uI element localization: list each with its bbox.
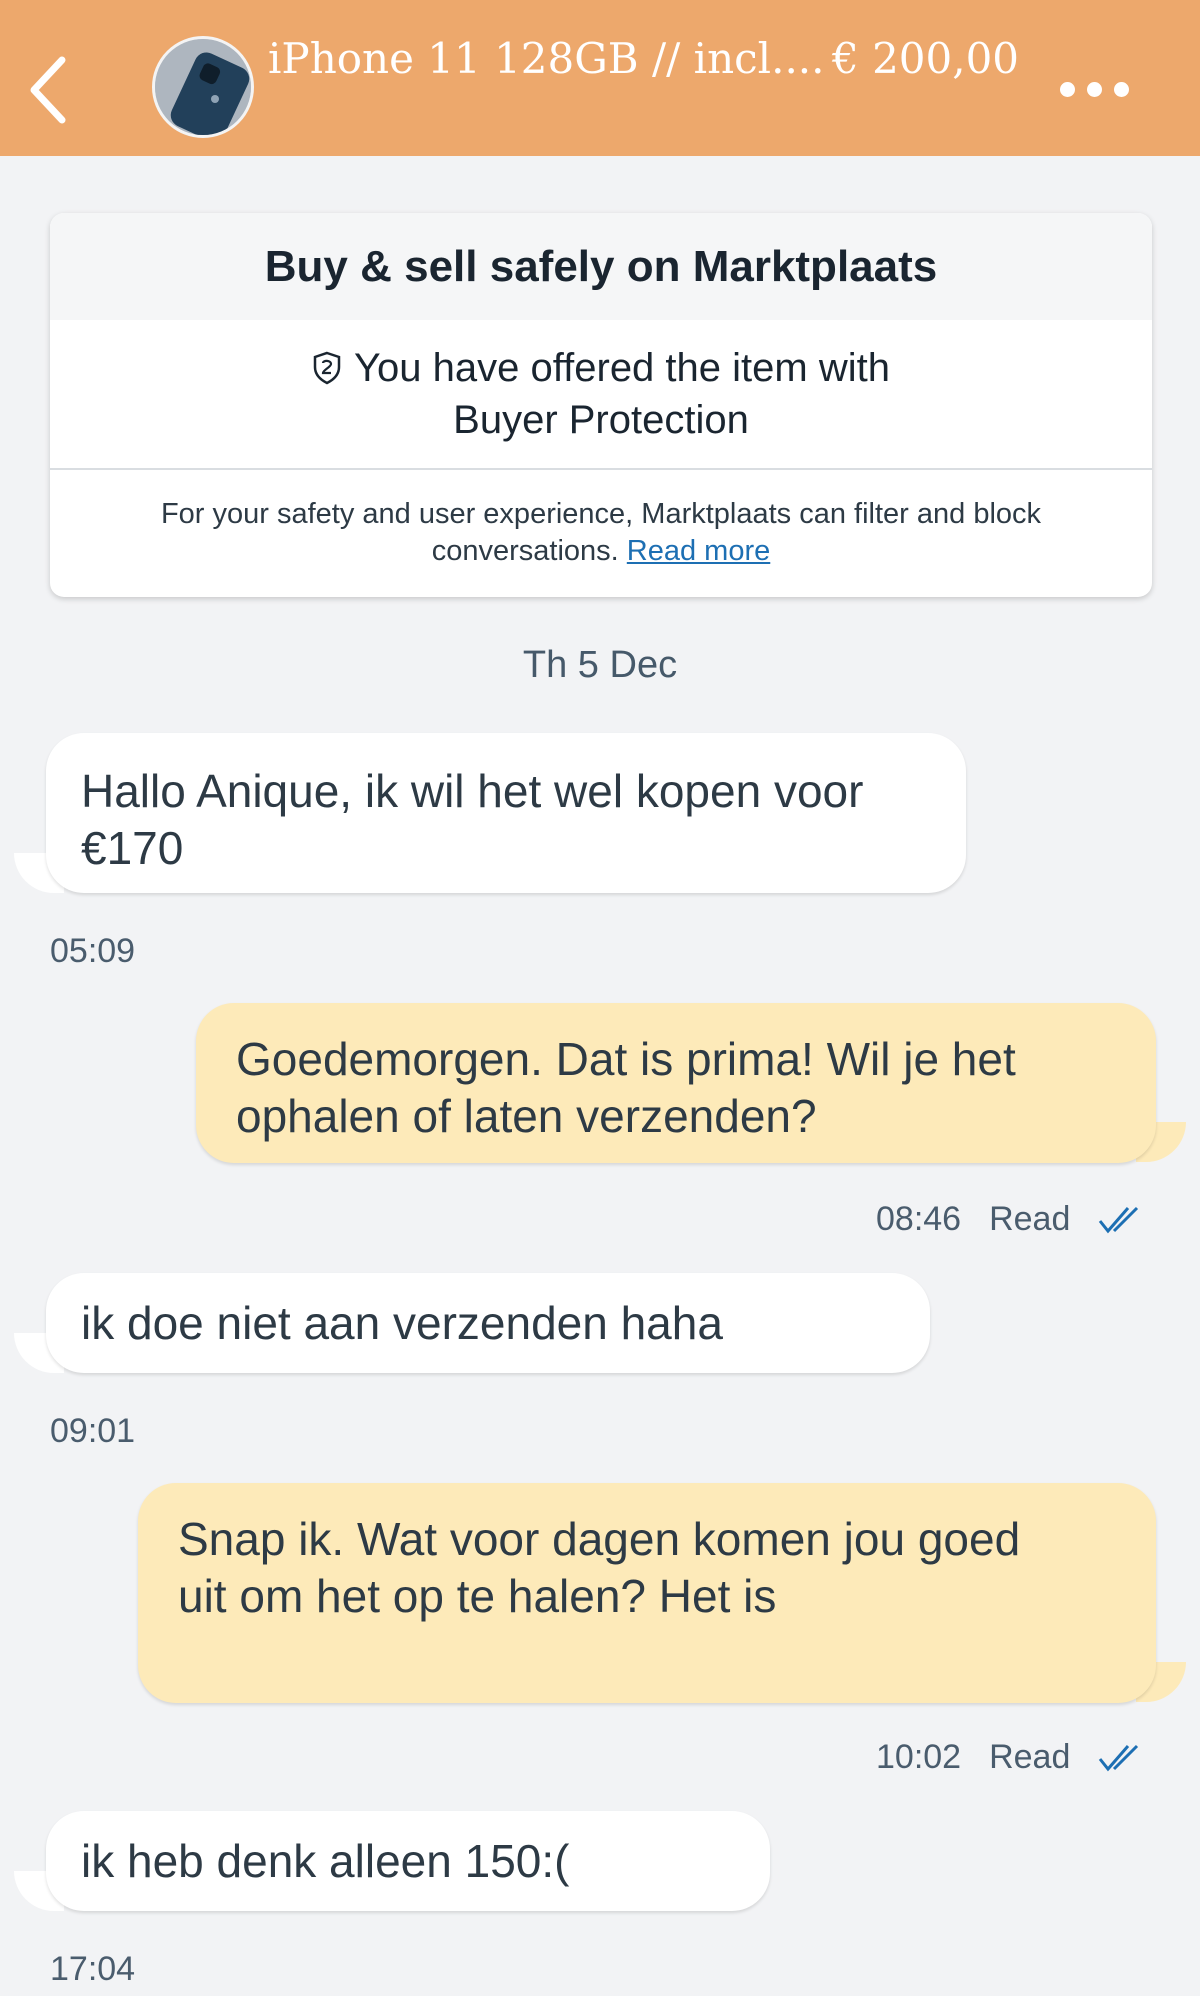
double-check-icon (1099, 1744, 1139, 1771)
filter-notice-line-2: conversations. (431, 535, 619, 567)
dot-icon (1060, 81, 1075, 97)
message-text-line: €170 (81, 822, 184, 874)
message-time: 17:04 (50, 1950, 136, 1988)
phone-image-icon (155, 39, 251, 135)
back-button[interactable] (20, 48, 80, 128)
listing-thumbnail[interactable] (152, 36, 254, 138)
buyer-protection-notice: You have offered the item with Buyer Pro… (50, 320, 1152, 470)
message-text-line: uit om het op te halen? Het is (178, 1570, 777, 1622)
safety-card-heading: Buy & sell safely on Marktplaats (50, 213, 1152, 320)
message-bubble-incoming[interactable]: ik heb denk alleen 150:( (46, 1811, 770, 1911)
double-check-icon (1099, 1206, 1139, 1233)
shield-icon (313, 351, 341, 385)
message-text-line: Snap ik. Wat voor dagen komen jou goed (178, 1513, 1021, 1565)
message-bubble-incoming[interactable]: Hallo Anique, ik wil het wel kopen voor … (46, 733, 966, 893)
filter-notice-line-1: For your safety and user experience, Mar… (160, 498, 1042, 530)
safety-info-card: Buy & sell safely on Marktplaats You hav… (50, 213, 1152, 597)
message-time: 10:02 (876, 1738, 962, 1776)
message-text-line: ik heb denk alleen 150:( (81, 1835, 570, 1887)
message-text-line: Goedemorgen. Dat is prima! Wil je het (236, 1033, 1016, 1085)
read-status: Read (989, 1738, 1071, 1776)
date-separator: Th 5 Dec (522, 644, 678, 686)
chevron-left-icon (30, 56, 66, 124)
message-text-line: Hallo Anique, ik wil het wel kopen voor (81, 765, 864, 817)
listing-title[interactable]: iPhone 11 128GB // incl.... (268, 34, 828, 83)
message-bubble-outgoing[interactable]: Goedemorgen. Dat is prima! Wil je het op… (196, 1003, 1156, 1163)
message-text-line: ophalen of laten verzenden? (236, 1090, 817, 1142)
listing-price: € 200,00 (832, 34, 1020, 83)
filter-notice: For your safety and user experience, Mar… (50, 470, 1152, 570)
message-text-line: ik doe niet aan verzenden haha (81, 1297, 723, 1349)
message-time: 05:09 (50, 932, 136, 970)
message-time: 08:46 (876, 1200, 962, 1238)
more-options-button[interactable] (1060, 74, 1150, 104)
protection-line-1: You have offered the item with (354, 346, 890, 390)
protection-line-2: Buyer Protection (453, 398, 749, 442)
message-status: 08:46 Read (876, 1200, 1140, 1239)
message-time: 09:01 (50, 1412, 136, 1450)
message-bubble-outgoing[interactable]: Snap ik. Wat voor dagen komen jou goed u… (138, 1483, 1156, 1703)
message-bubble-incoming[interactable]: ik doe niet aan verzenden haha (46, 1273, 930, 1373)
read-status: Read (989, 1200, 1071, 1238)
dot-icon (1087, 81, 1102, 97)
message-status: 10:02 Read (876, 1738, 1140, 1777)
chat-header: iPhone 11 128GB // incl.... € 200,00 (0, 0, 1200, 156)
dot-icon (1114, 81, 1129, 97)
read-more-link[interactable]: Read more (627, 535, 770, 567)
